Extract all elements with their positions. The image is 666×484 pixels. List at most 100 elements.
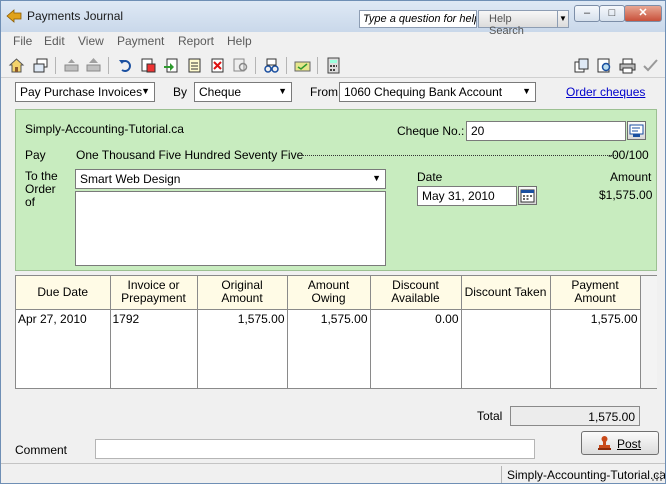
status-bar: Simply-Accounting-Tutorial.ca (1, 463, 665, 483)
total-amount: 1,575.00 (510, 406, 640, 426)
action-select[interactable]: Pay Purchase Invoices ▼ (15, 82, 155, 102)
from-label: From (310, 85, 338, 99)
cell-payment-amount[interactable]: 1,575.00 (550, 309, 641, 388)
menu-file[interactable]: File (13, 34, 32, 48)
adjust-icon[interactable] (163, 57, 180, 74)
comment-input[interactable] (95, 439, 535, 459)
menu-report[interactable]: Report (178, 34, 214, 48)
col-due-date: Due Date (16, 276, 111, 310)
minimize-icon: – (583, 7, 591, 19)
cell-invoice: 1792 (110, 309, 198, 388)
amount-in-words: One Thousand Five Hundred Seventy Five (76, 148, 304, 162)
invoice-table: Due Date Invoice or Prepayment Original … (15, 275, 657, 389)
bank-account-value: 1060 Chequing Bank Account (344, 85, 503, 99)
menu-edit[interactable]: Edit (44, 34, 65, 48)
col-discount-taken: Discount Taken (461, 276, 551, 310)
calendar-icon (520, 189, 535, 203)
action-value: Pay Purchase Invoices (20, 85, 143, 99)
toolbar-separator (255, 57, 256, 74)
table-row[interactable]: Apr 27, 2010 1792 1,575.00 1,575.00 0.00… (16, 309, 641, 388)
total-label: Total (477, 409, 503, 423)
table-header-row: Due Date Invoice or Prepayment Original … (16, 276, 641, 310)
calculator-icon[interactable] (325, 57, 342, 74)
close-button[interactable]: ✕ (624, 5, 662, 22)
payment-method-select[interactable]: Cheque ▼ (194, 82, 292, 102)
maximize-button[interactable]: □ (599, 5, 625, 22)
chevron-down-icon: ▼ (559, 14, 567, 23)
cell-original-amount: 1,575.00 (197, 309, 288, 388)
date-label: Date (417, 170, 443, 184)
cell-discount-taken[interactable] (461, 309, 551, 388)
track-icon[interactable] (263, 57, 280, 74)
post-label: Post (617, 437, 642, 451)
app-logo-icon (6, 9, 22, 23)
recall-icon[interactable] (140, 57, 157, 74)
toolbar-separator (55, 57, 56, 74)
chevron-down-icon: ▼ (141, 86, 150, 96)
cheque-number-label: Cheque No.: (397, 124, 465, 138)
vertical-scrollbar[interactable] (640, 276, 657, 388)
cell-discount-available: 0.00 (370, 309, 462, 388)
print-up-icon[interactable] (85, 57, 102, 74)
menu-view[interactable]: View (78, 34, 104, 48)
copy-icon[interactable] (573, 57, 590, 74)
toolbar-separator (317, 57, 318, 74)
payee-value: Smart Web Design (80, 172, 181, 186)
resize-grip-icon[interactable] (651, 470, 663, 482)
notes-icon[interactable] (186, 57, 203, 74)
help-question-input[interactable]: Type a question for help (359, 10, 477, 28)
status-text: Simply-Accounting-Tutorial.ca (501, 466, 665, 483)
maximize-icon: □ (608, 7, 616, 19)
to-the-order-of-label: To the Order of (25, 169, 58, 209)
help-dropdown-button[interactable]: ▼ (557, 10, 569, 28)
order-cheques-link[interactable]: Order cheques (566, 85, 645, 99)
lookup-icon[interactable] (232, 57, 249, 74)
col-amount-owing: Amount Owing (287, 276, 371, 310)
bank-account-select[interactable]: 1060 Chequing Bank Account ▼ (339, 82, 536, 102)
amount-words-line (298, 155, 620, 156)
chevron-down-icon: ▼ (372, 173, 381, 183)
payee-select[interactable]: Smart Web Design ▼ (75, 169, 386, 189)
post-button[interactable]: Post (581, 431, 659, 455)
menu-bar: File Edit View Payment Report Help (1, 32, 665, 50)
payee-address-field[interactable] (75, 191, 386, 266)
help-search-button[interactable]: Help Search (478, 10, 558, 37)
title-bar: Payments Journal Type a question for hel… (1, 1, 665, 37)
printer-icon[interactable] (619, 57, 636, 74)
menu-payment[interactable]: Payment (117, 34, 164, 48)
menu-help[interactable]: Help (227, 34, 252, 48)
toolbar (1, 52, 665, 78)
minimize-button[interactable]: – (574, 5, 600, 22)
col-invoice: Invoice or Prepayment (110, 276, 198, 310)
cheque-lookup-icon (629, 124, 644, 137)
preview-icon[interactable] (596, 57, 613, 74)
window-icon[interactable] (32, 57, 49, 74)
close-icon: ✕ (638, 7, 648, 19)
print-gray-icon[interactable] (63, 57, 80, 74)
calendar-button[interactable] (518, 186, 537, 205)
amount-label: Amount (610, 170, 652, 184)
cheque-lookup-button[interactable] (627, 121, 646, 140)
comment-label: Comment (15, 443, 68, 457)
by-label: By (173, 85, 188, 99)
window-title: Payments Journal (27, 9, 124, 23)
home-icon[interactable] (8, 57, 25, 74)
col-discount-available: Discount Available (370, 276, 462, 310)
checkmark-icon[interactable] (642, 57, 659, 74)
toolbar-separator (286, 57, 287, 74)
cents-fraction: -00/100 (608, 148, 649, 162)
cell-due-date: Apr 27, 2010 (16, 309, 111, 388)
col-payment-amount: Payment Amount (550, 276, 641, 310)
pay-label: Pay (25, 148, 46, 162)
cancel-icon[interactable] (209, 57, 226, 74)
date-input[interactable]: May 31, 2010 (417, 186, 517, 206)
payment-method-value: Cheque (199, 85, 242, 99)
col-original-amount: Original Amount (197, 276, 288, 310)
stamp-icon (598, 436, 611, 450)
cheque-amount: $1,575.00 (599, 188, 653, 202)
chevron-down-icon: ▼ (522, 86, 531, 96)
undo-icon[interactable] (117, 57, 134, 74)
cheque-number-input[interactable]: 20 (466, 121, 626, 141)
card-icon[interactable] (294, 57, 311, 74)
payments-journal-window: Payments Journal Type a question for hel… (0, 0, 666, 484)
